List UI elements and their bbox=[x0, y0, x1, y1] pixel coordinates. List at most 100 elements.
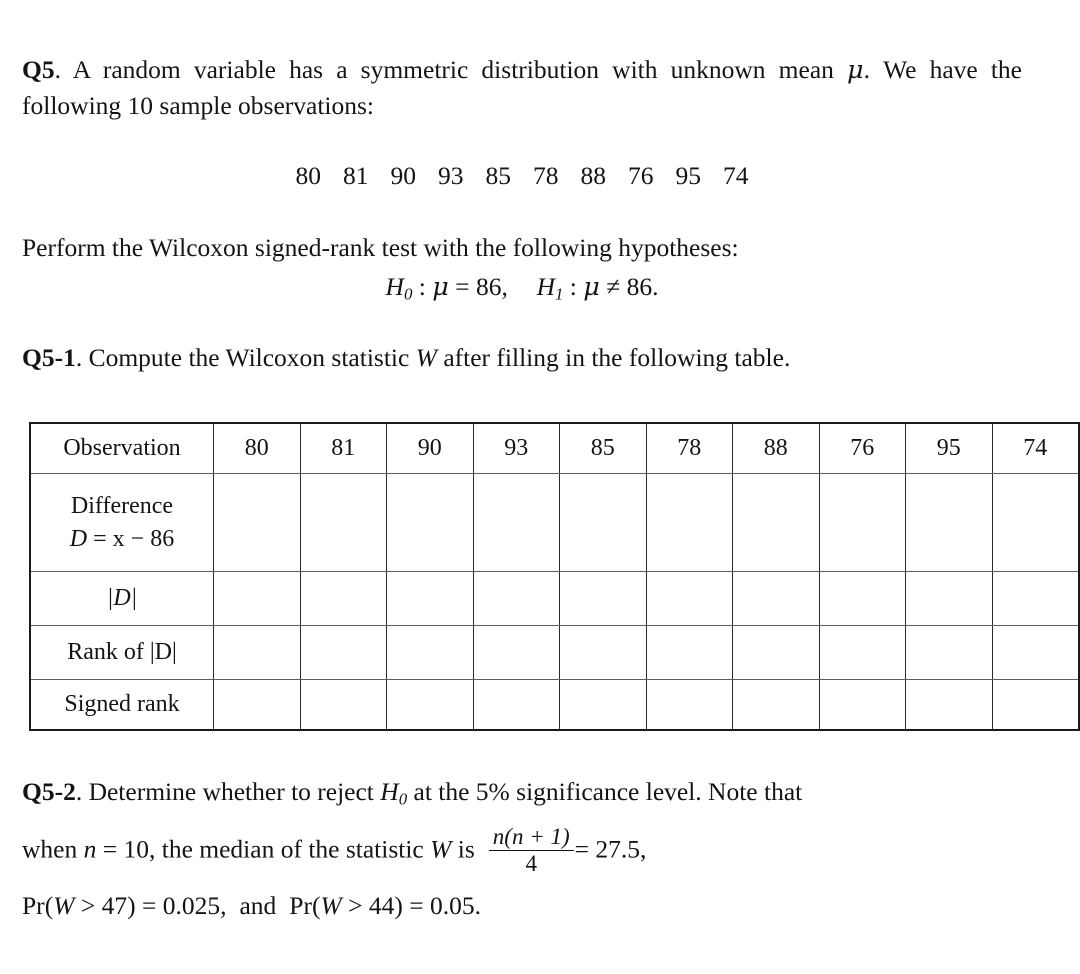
q5-2-text-part1: . Determine whether to reject bbox=[75, 777, 381, 806]
probability-value: 0.05. bbox=[430, 891, 482, 920]
mean-symbol-mu: μ bbox=[847, 55, 864, 85]
difference-cell[interactable] bbox=[386, 473, 474, 572]
signed-rank-cell[interactable] bbox=[732, 679, 820, 730]
difference-variable-d: D bbox=[69, 525, 88, 552]
question-label-q5-1: Q5-1 bbox=[22, 343, 76, 372]
absolute-difference-cell[interactable] bbox=[300, 571, 387, 626]
probability-equals: = bbox=[402, 891, 431, 920]
hypothesis-block: Perform the Wilcoxon signed-rank test wi… bbox=[22, 230, 1022, 314]
observation-cell: 74 bbox=[992, 423, 1079, 474]
table-row: Rank of |D| bbox=[30, 625, 1079, 680]
sample-size-symbol-n: n bbox=[83, 834, 97, 864]
signed-rank-cell[interactable] bbox=[646, 679, 733, 730]
q5-2-median-line: when n = 10, the median of the statistic… bbox=[22, 824, 1022, 877]
fraction-equals-value: = 27.5, bbox=[574, 834, 647, 864]
row-label-observation: Observation bbox=[30, 423, 214, 474]
signed-rank-cell[interactable] bbox=[992, 680, 1079, 731]
difference-cell[interactable] bbox=[819, 473, 906, 572]
difference-cell[interactable] bbox=[905, 473, 993, 572]
signed-rank-cell[interactable] bbox=[213, 679, 301, 730]
mean-symbol-mu: μ bbox=[432, 272, 449, 302]
row-label-absolute-difference: |D| bbox=[30, 571, 214, 626]
sample-value: 93 bbox=[438, 161, 464, 190]
alt-hypothesis-colon: : bbox=[563, 272, 584, 301]
absolute-difference-cell[interactable] bbox=[732, 571, 820, 626]
absolute-difference-cell[interactable] bbox=[473, 571, 560, 626]
table-row: Observation 80 81 90 93 85 78 88 76 95 7… bbox=[30, 423, 1079, 474]
q5-2-line2-part1: when bbox=[22, 834, 84, 864]
difference-cell[interactable] bbox=[559, 473, 647, 572]
signed-rank-cell[interactable] bbox=[473, 679, 560, 730]
observation-cell: 80 bbox=[213, 423, 301, 474]
rank-cell[interactable] bbox=[732, 625, 820, 680]
q5-1-paragraph: Q5-1. Compute the Wilcoxon statistic W a… bbox=[22, 340, 1022, 376]
rank-cell[interactable] bbox=[992, 625, 1079, 680]
median-fraction: n(n + 1) 4 bbox=[488, 824, 574, 876]
observation-cell: 78 bbox=[646, 423, 733, 474]
observation-cell: 81 bbox=[300, 423, 387, 474]
sample-value: 90 bbox=[390, 161, 417, 190]
rank-cell[interactable] bbox=[905, 625, 993, 680]
probability-operator: > bbox=[74, 891, 102, 920]
signed-rank-cell[interactable] bbox=[386, 679, 474, 730]
null-hypothesis-colon: : bbox=[412, 272, 433, 301]
probability-prefix: Pr bbox=[289, 891, 312, 920]
q5-2-line2-part3: is bbox=[451, 834, 475, 864]
q5-1-text-part1: . Compute the Wilcoxon statistic bbox=[75, 343, 416, 372]
probability-value: 0.025, bbox=[162, 891, 227, 920]
hypothesis-lead-in: Perform the Wilcoxon signed-rank test wi… bbox=[22, 233, 739, 262]
rank-cell[interactable] bbox=[473, 625, 560, 680]
absolute-difference-cell[interactable] bbox=[213, 571, 301, 626]
rank-cell[interactable] bbox=[559, 625, 647, 680]
absolute-difference-cell[interactable] bbox=[386, 571, 474, 626]
absolute-difference-cell[interactable] bbox=[992, 571, 1079, 626]
difference-cell[interactable] bbox=[992, 473, 1079, 572]
absolute-difference-cell[interactable] bbox=[819, 571, 906, 626]
observation-cell: 76 bbox=[819, 423, 906, 474]
statistic-symbol-w: W bbox=[53, 891, 75, 920]
difference-cell[interactable] bbox=[213, 473, 301, 572]
table-row: Difference D = x − 86 bbox=[30, 473, 1079, 572]
sample-value: 74 bbox=[723, 161, 749, 190]
rank-cell[interactable] bbox=[819, 625, 906, 680]
difference-cell[interactable] bbox=[732, 473, 820, 572]
rank-cell[interactable] bbox=[646, 625, 733, 680]
signed-rank-cell[interactable] bbox=[819, 679, 906, 730]
difference-cell[interactable] bbox=[300, 473, 387, 572]
fraction-numerator-rest: (n + 1) bbox=[504, 824, 570, 849]
alt-hypothesis-value: 86. bbox=[626, 272, 659, 301]
fraction-numerator: n(n + 1) bbox=[488, 824, 574, 852]
null-hypothesis-value: 86, bbox=[475, 272, 508, 301]
probability-equals: = bbox=[135, 891, 163, 920]
probability-operator: > bbox=[341, 891, 369, 920]
intro-text-part1: . A random variable has a symmetric dist… bbox=[54, 55, 848, 84]
q5-2-paragraph: Q5-2. Determine whether to reject H0 at … bbox=[22, 774, 1022, 818]
document-page: Q5. A random variable has a symmetric di… bbox=[0, 0, 1080, 974]
signed-rank-cell[interactable] bbox=[559, 679, 647, 730]
signed-rank-cell[interactable] bbox=[300, 679, 387, 730]
observation-cell: 90 bbox=[386, 423, 474, 474]
absolute-difference-cell[interactable] bbox=[559, 571, 647, 626]
rank-cell[interactable] bbox=[386, 625, 474, 680]
rank-label-text: Rank of |D| bbox=[67, 639, 177, 665]
observation-cell: 95 bbox=[905, 423, 993, 474]
signed-rank-cell[interactable] bbox=[905, 679, 993, 730]
null-hypothesis-symbol: H bbox=[385, 272, 404, 301]
q5-2-text-part2: at the 5% significance level. Note that bbox=[407, 777, 803, 806]
absolute-difference-cell[interactable] bbox=[646, 571, 733, 626]
probability-close-paren: ) bbox=[394, 891, 403, 920]
sample-value: 80 bbox=[295, 161, 322, 190]
row-label-difference-line1: Difference bbox=[70, 492, 174, 519]
rank-cell[interactable] bbox=[213, 625, 301, 680]
question-label-q5: Q5 bbox=[22, 55, 55, 84]
difference-cell[interactable] bbox=[646, 473, 733, 572]
statistic-symbol-w: W bbox=[320, 891, 342, 920]
difference-cell[interactable] bbox=[473, 473, 560, 572]
absolute-difference-cell[interactable] bbox=[905, 571, 993, 626]
statistic-symbol-w: W bbox=[415, 343, 437, 372]
sample-value: 88 bbox=[580, 161, 607, 190]
rank-cell[interactable] bbox=[300, 625, 387, 680]
sample-value: 81 bbox=[343, 161, 369, 190]
table-row: Signed rank bbox=[30, 679, 1079, 731]
null-hypothesis-operator: = bbox=[448, 272, 476, 301]
